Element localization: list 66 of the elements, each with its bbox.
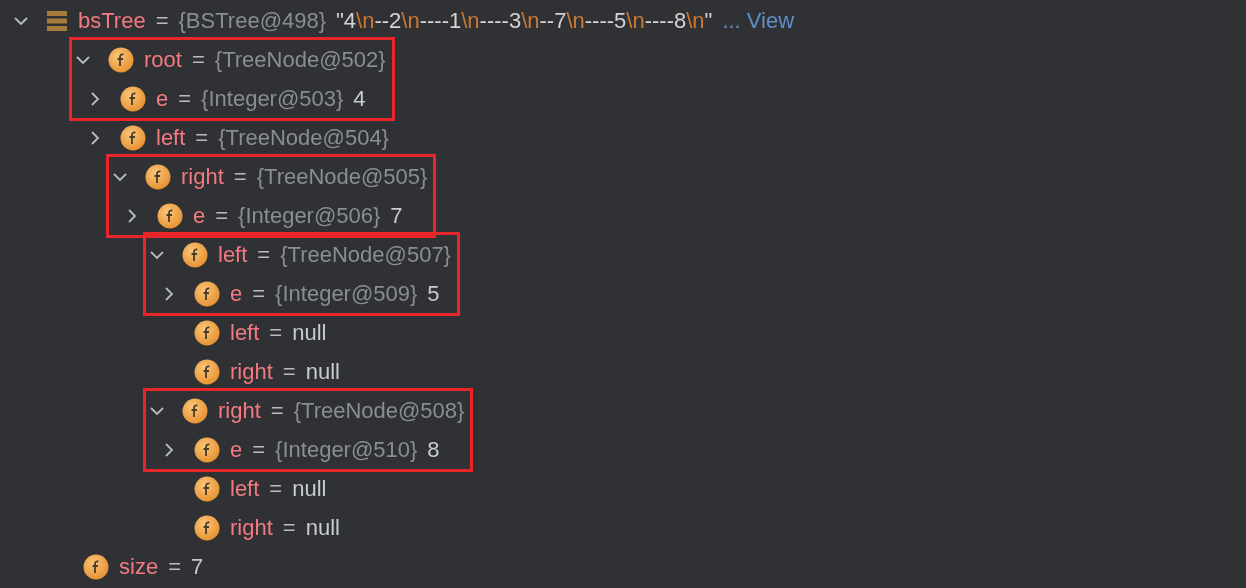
string-value: "4\n--2\n----1\n----3\n--7\n----5\n----8\n": [336, 7, 713, 35]
variable-value: null: [292, 319, 327, 347]
variable-name: left: [230, 319, 260, 347]
variable-value: null: [292, 475, 327, 503]
field-icon: [108, 46, 134, 73]
equals-sign: =: [282, 514, 296, 542]
object-reference: {Integer@509}: [275, 280, 418, 308]
variable-name: left: [218, 241, 248, 269]
equals-sign: =: [269, 319, 283, 347]
equals-sign: =: [257, 241, 271, 269]
field-icon: [194, 358, 220, 385]
equals-sign: =: [215, 202, 229, 230]
variable-name: left: [230, 475, 260, 503]
equals-sign: =: [252, 280, 266, 308]
variable-name: left: [156, 124, 186, 152]
field-icon: [120, 85, 146, 112]
object-reference: {TreeNode@502}: [214, 46, 386, 74]
object-icon: [46, 9, 68, 32]
variable-name: e: [230, 436, 243, 464]
field-icon: [182, 397, 208, 424]
variable-value: null: [305, 358, 340, 386]
equals-sign: =: [195, 124, 209, 152]
object-reference: {Integer@503}: [201, 85, 344, 113]
field-icon: [145, 163, 171, 190]
variable-value: 7: [191, 553, 204, 581]
variable-name: right: [230, 358, 273, 386]
field-icon: [194, 280, 220, 307]
variable-name: right: [218, 397, 261, 425]
object-reference: {TreeNode@508}: [293, 397, 465, 425]
variable-name: size: [119, 553, 159, 581]
field-icon: [194, 436, 220, 463]
variable-name: right: [181, 163, 224, 191]
variable-name: e: [156, 85, 169, 113]
field-icon: [182, 241, 208, 268]
field-icon: [194, 319, 220, 346]
equals-sign: =: [270, 397, 284, 425]
variable-value: 5: [427, 280, 440, 308]
variable-value: 8: [427, 436, 440, 464]
equals-sign: =: [233, 163, 247, 191]
field-icon: [120, 124, 146, 151]
variable-name: right: [230, 514, 273, 542]
variable-name: bsTree: [78, 7, 146, 35]
object-reference: {TreeNode@504}: [218, 124, 389, 152]
field-icon: [194, 514, 220, 541]
object-reference: {Integer@510}: [275, 436, 418, 464]
object-reference: {BSTree@498}: [178, 7, 327, 35]
object-reference: {Integer@506}: [238, 202, 381, 230]
variable-name: e: [230, 280, 243, 308]
variable-value: 7: [390, 202, 403, 230]
equals-sign: =: [191, 46, 205, 74]
equals-sign: =: [269, 475, 283, 503]
field-icon: [83, 553, 109, 580]
equals-sign: =: [252, 436, 266, 464]
field-icon: [157, 202, 183, 229]
equals-sign: =: [178, 85, 192, 113]
view-link[interactable]: ... View: [722, 4, 795, 37]
equals-sign: =: [282, 358, 296, 386]
field-icon: [194, 475, 220, 502]
variable-value: 4: [353, 85, 366, 113]
equals-sign: =: [168, 553, 181, 581]
variable-name: root: [144, 46, 182, 74]
object-reference: {TreeNode@505}: [256, 163, 428, 191]
variable-value: null: [305, 514, 340, 542]
object-reference: {TreeNode@507}: [280, 241, 451, 269]
equals-sign: =: [155, 7, 169, 35]
variable-name: e: [193, 202, 206, 230]
